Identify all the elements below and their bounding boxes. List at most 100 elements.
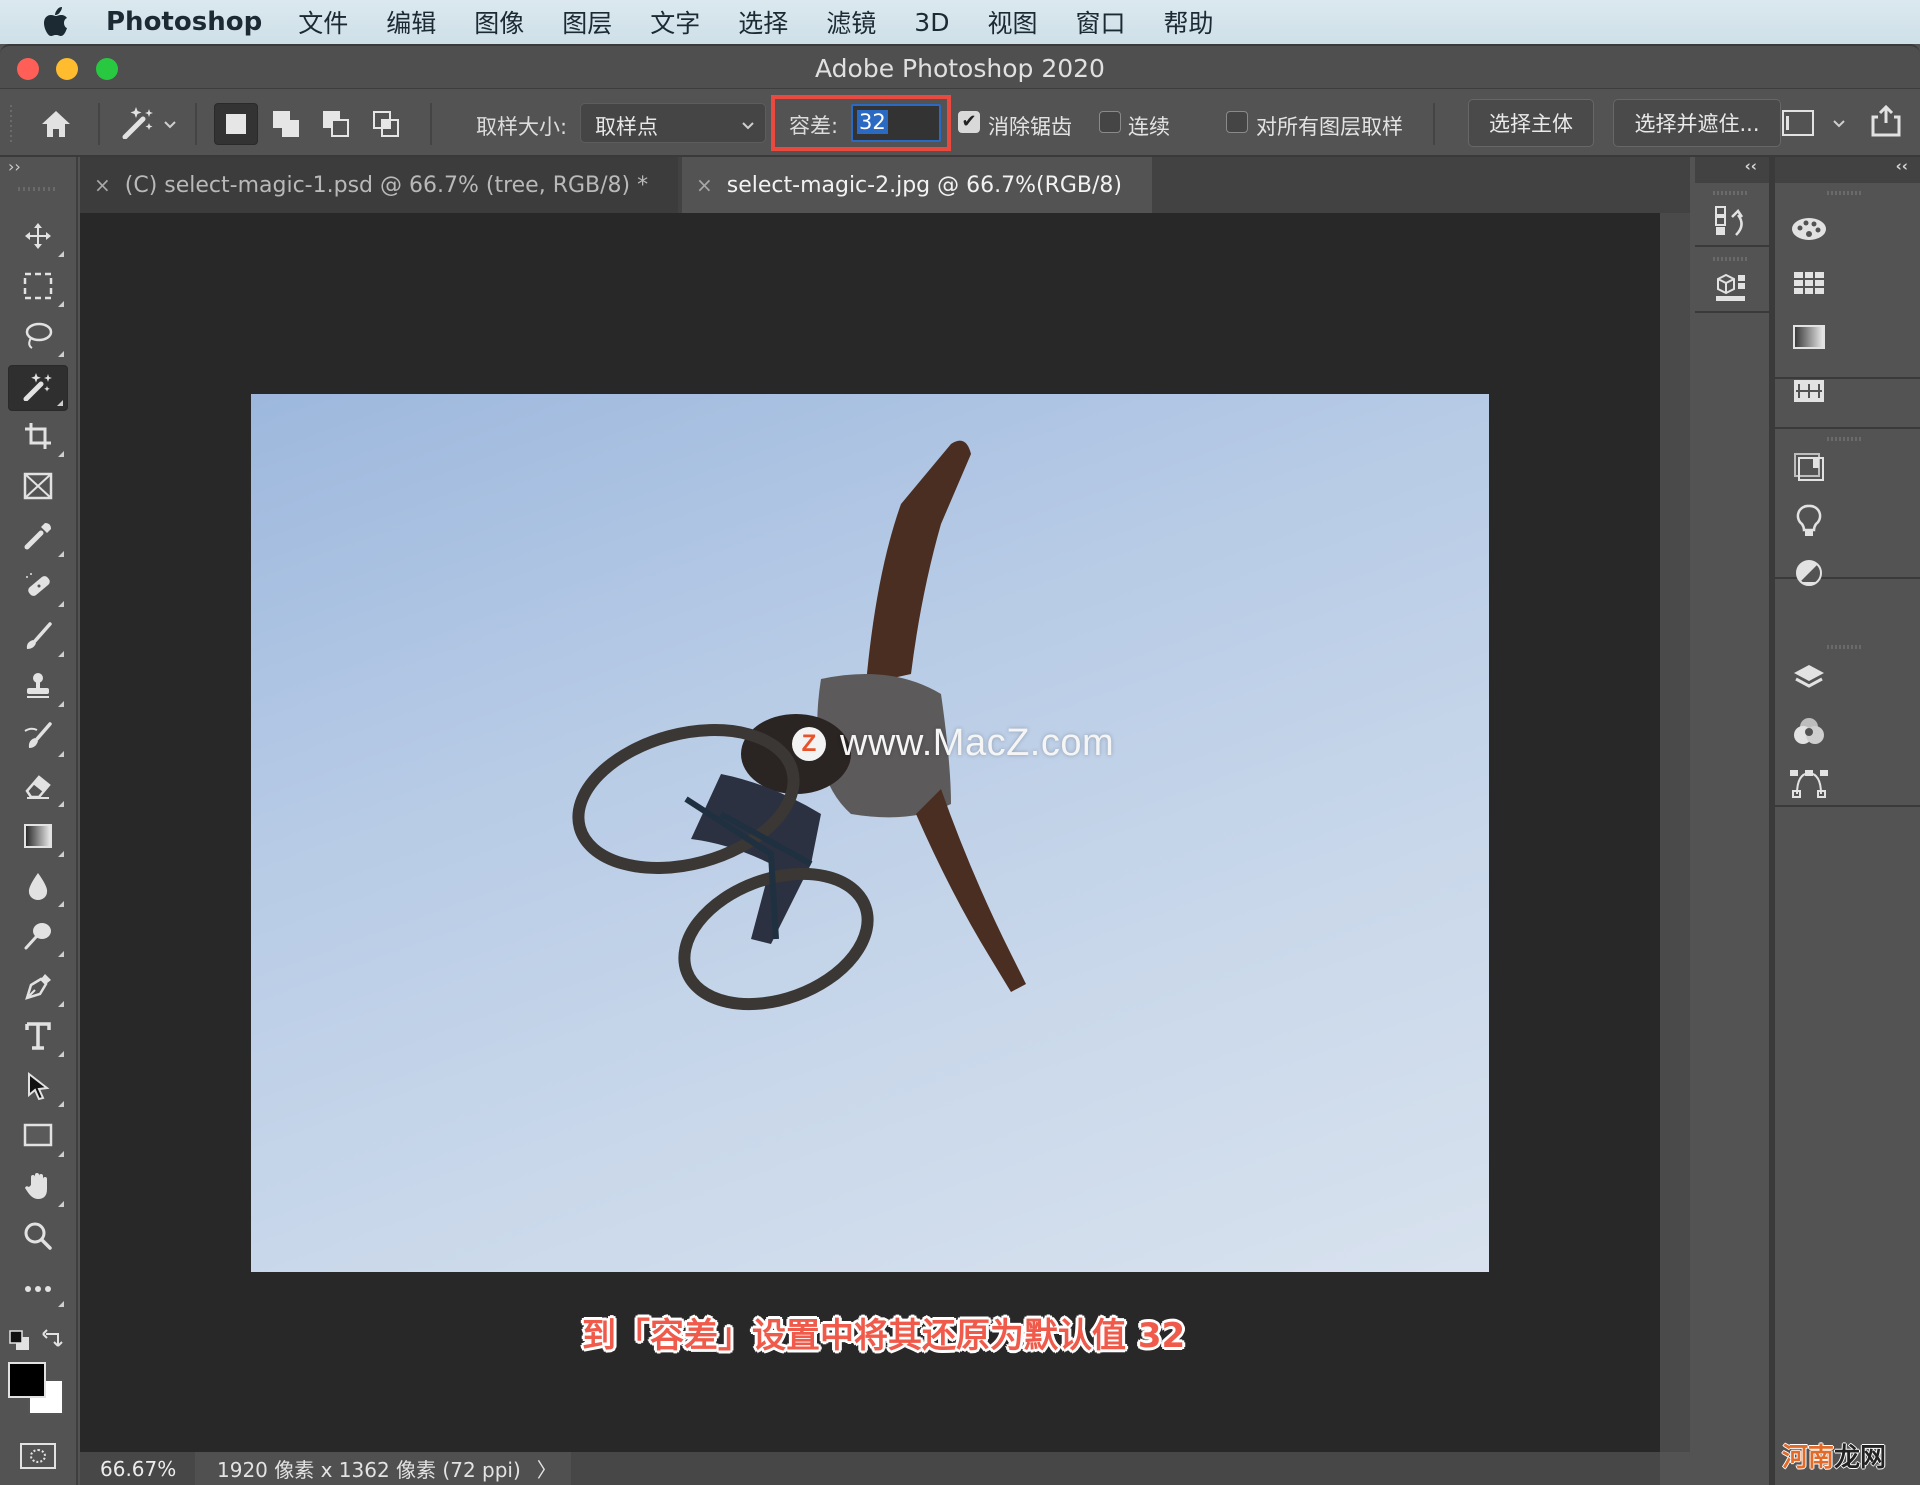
tolerance-label: 容差:: [789, 114, 839, 138]
menu-help[interactable]: 帮助: [1163, 4, 1213, 40]
foreground-color-swatch[interactable]: [8, 1362, 46, 1398]
collapse-panels-icon[interactable]: ‹‹: [1775, 157, 1920, 183]
magic-wand-icon: [22, 371, 54, 405]
more-icon: [23, 1279, 53, 1298]
eyedropper-tool[interactable]: [8, 515, 68, 561]
watermark-text: www.MacZ.com: [840, 722, 1115, 764]
frame-tool[interactable]: [8, 465, 68, 511]
crop-icon: [23, 421, 53, 455]
tolerance-value: 32: [857, 110, 888, 134]
new-selection-button[interactable]: [214, 103, 258, 145]
close-tab-icon[interactable]: ×: [94, 173, 111, 197]
eraser-tool[interactable]: [8, 765, 68, 811]
apple-menu-icon[interactable]: [38, 7, 74, 37]
intersect-selection-button[interactable]: [364, 103, 408, 145]
dodge-tool[interactable]: [8, 915, 68, 961]
rectangle-icon: [23, 1123, 53, 1153]
rectangular-marquee-tool[interactable]: [8, 265, 68, 311]
sample-all-layers-checkbox[interactable]: [1226, 111, 1248, 133]
tab-select-magic-2[interactable]: × select-magic-2.jpg @ 66.7%(RGB/8): [682, 157, 1152, 213]
spot-healing-tool[interactable]: [8, 565, 68, 611]
lasso-tool[interactable]: [8, 315, 68, 361]
type-icon: [24, 1021, 52, 1055]
sample-size-label: 取样大小:: [476, 115, 568, 139]
document-image[interactable]: [251, 394, 1489, 1272]
add-to-selection-button[interactable]: [264, 103, 308, 145]
menu-edit[interactable]: 编辑: [386, 4, 436, 40]
toolbox-collapse-icon[interactable]: ››: [8, 157, 21, 176]
libraries-icon[interactable]: [1789, 447, 1829, 487]
3d-icon[interactable]: [1711, 267, 1751, 307]
swap-colors-icon[interactable]: [42, 1328, 64, 1354]
learn-icon[interactable]: [1789, 501, 1829, 541]
workspace-icon[interactable]: [1780, 105, 1816, 141]
options-bar-grip[interactable]: [10, 105, 12, 143]
zoom-level[interactable]: 66.67%: [80, 1457, 195, 1481]
zoom-tool[interactable]: [8, 1215, 68, 1261]
paths-icon[interactable]: [1789, 763, 1829, 803]
clone-stamp-tool[interactable]: [8, 665, 68, 711]
menu-app-name[interactable]: Photoshop: [106, 7, 262, 37]
patterns-icon[interactable]: [1789, 371, 1829, 411]
anti-alias-checkbox[interactable]: ✔: [958, 111, 980, 133]
blur-tool[interactable]: [8, 865, 68, 911]
window-title: Adobe Photoshop 2020: [815, 54, 1105, 83]
gradients-icon[interactable]: [1789, 317, 1829, 357]
menu-layer[interactable]: 图层: [562, 4, 612, 40]
tolerance-input[interactable]: 32: [851, 104, 941, 142]
vertical-scrollbar[interactable]: [1660, 213, 1690, 1452]
color-icon[interactable]: [1789, 209, 1829, 249]
menu-type[interactable]: 文字: [650, 4, 700, 40]
channels-icon[interactable]: [1789, 711, 1829, 751]
subtract-from-selection-button[interactable]: [314, 103, 358, 145]
close-tab-icon[interactable]: ×: [696, 173, 713, 197]
arrow-icon: [24, 1071, 52, 1105]
menu-3d[interactable]: 3D: [914, 8, 949, 37]
workspace-chevron-icon[interactable]: [1826, 109, 1852, 139]
history-brush-tool[interactable]: [8, 715, 68, 761]
share-icon[interactable]: [1866, 101, 1906, 141]
move-tool[interactable]: [8, 215, 68, 261]
magic-wand-tool[interactable]: [8, 365, 68, 411]
menu-window[interactable]: 窗口: [1075, 4, 1125, 40]
edit-toolbar-button[interactable]: [8, 1265, 68, 1311]
panel-column-1: ‹‹: [1695, 157, 1769, 1485]
default-colors-icon[interactable]: [9, 1330, 31, 1356]
path-selection-tool[interactable]: [8, 1065, 68, 1111]
document-info[interactable]: 1920 像素 x 1362 像素 (72 ppi) 〉: [195, 1452, 571, 1485]
contiguous-checkbox[interactable]: [1099, 111, 1121, 133]
panel-column-2: ‹‹: [1775, 157, 1920, 1485]
hand-tool[interactable]: [8, 1165, 68, 1211]
marquee-icon: [23, 272, 53, 304]
layers-icon[interactable]: [1789, 657, 1829, 697]
stamp-icon: [23, 671, 53, 705]
menu-image[interactable]: 图像: [474, 4, 524, 40]
gradient-tool[interactable]: [8, 815, 68, 861]
sample-all-layers-label: 对所有图层取样: [1256, 115, 1403, 139]
document-dimensions: 1920 像素 x 1362 像素 (72 ppi): [217, 1458, 521, 1482]
menu-file[interactable]: 文件: [298, 4, 348, 40]
select-and-mask-button[interactable]: 选择并遮住...: [1613, 99, 1781, 147]
menu-view[interactable]: 视图: [987, 4, 1037, 40]
tab-select-magic-1[interactable]: × (C) select-magic-1.psd @ 66.7% (tree, …: [80, 157, 678, 213]
home-icon[interactable]: [34, 103, 78, 145]
corner-site-watermark: 河南龙网: [1782, 1437, 1886, 1474]
menu-select[interactable]: 选择: [738, 4, 788, 40]
tool-preset-picker[interactable]: [114, 103, 184, 145]
brush-tool[interactable]: [8, 615, 68, 661]
history-icon[interactable]: [1711, 201, 1751, 241]
menu-filter[interactable]: 滤镜: [826, 4, 876, 40]
adjustments-icon[interactable]: [1789, 553, 1829, 593]
collapse-panels-icon[interactable]: ‹‹: [1695, 157, 1769, 183]
toolbox-grip[interactable]: [18, 187, 58, 191]
pen-tool[interactable]: [8, 965, 68, 1011]
sample-size-select[interactable]: 取样点: [580, 103, 766, 143]
select-subject-button[interactable]: 选择主体: [1468, 99, 1594, 147]
quick-mask-button[interactable]: [20, 1443, 56, 1469]
swatches-icon[interactable]: [1789, 263, 1829, 303]
rectangle-tool[interactable]: [8, 1115, 68, 1161]
crop-tool[interactable]: [8, 415, 68, 461]
frame-icon: [23, 472, 53, 504]
type-tool[interactable]: [8, 1015, 68, 1061]
hand-icon: [23, 1171, 53, 1205]
